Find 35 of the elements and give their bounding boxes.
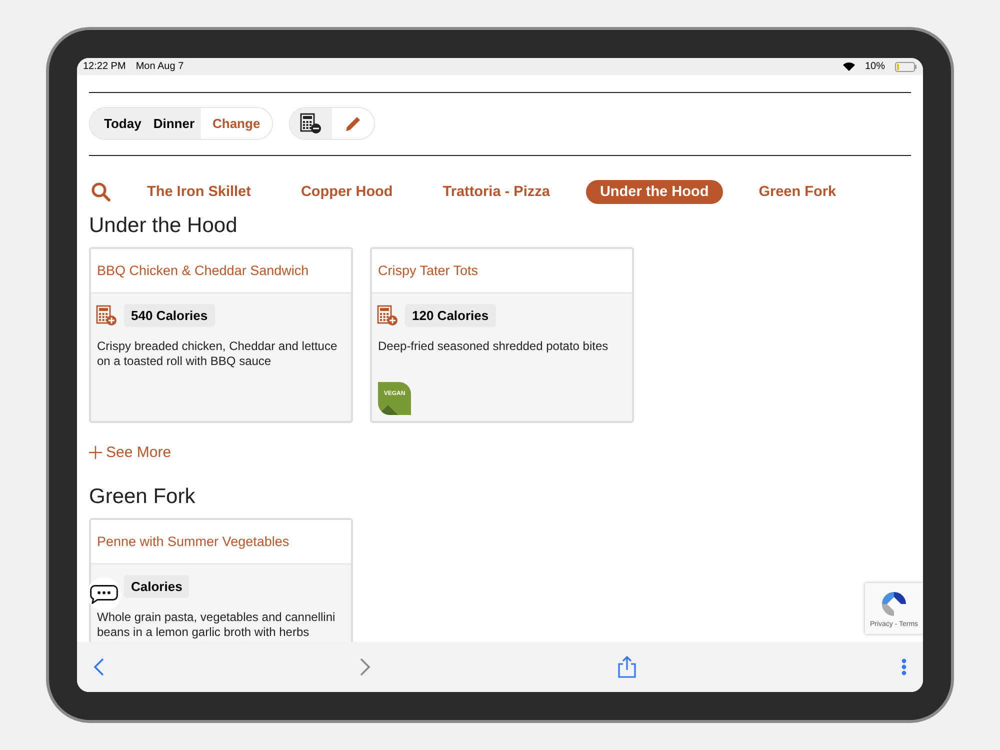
recaptcha-logo-icon	[879, 589, 909, 619]
meal-label: Dinner	[147, 108, 200, 139]
calories-label: 120 Calories	[405, 304, 496, 327]
menu-item-name[interactable]: Crispy Tater Tots	[378, 263, 478, 278]
section-title: Under the Hood	[89, 214, 238, 238]
restaurant-tab[interactable]: Under the Hood	[586, 180, 723, 204]
menu-item-description: Deep-fried seasoned shredded potato bites	[378, 339, 610, 354]
search-icon[interactable]	[91, 182, 111, 202]
forward-icon[interactable]	[359, 657, 371, 677]
chat-bubble-icon	[90, 584, 118, 604]
day-label: Today	[90, 108, 148, 139]
more-icon[interactable]	[901, 658, 907, 676]
menu-item-description: Whole grain pasta, vegetables and cannellini beans in a lemon garlic broth with herbs	[97, 610, 336, 640]
section-title: Green Fork	[89, 485, 196, 509]
calculator-button[interactable]	[290, 108, 332, 139]
back-icon[interactable]	[93, 657, 105, 677]
calories-label: 540 Calories	[124, 304, 215, 327]
restaurant-tab[interactable]: Copper Hood	[286, 180, 407, 204]
wifi-icon	[842, 62, 855, 71]
see-more-link[interactable]: See More	[89, 444, 172, 461]
calculator-minus-icon	[300, 113, 322, 134]
battery-icon	[895, 62, 917, 72]
battery-percentage: 10%	[864, 61, 885, 72]
calculator-plus-icon[interactable]	[377, 305, 398, 326]
calculator-plus-icon[interactable]	[96, 305, 117, 326]
menu-item-description: Crispy breaded chicken, Cheddar and lettuce on a toasted roll with BBQ sauce	[97, 339, 338, 369]
calories-label: Calories	[124, 575, 190, 598]
restaurant-tab[interactable]: Trattoria - Pizza	[428, 180, 564, 204]
restaurant-tab[interactable]: Green Fork	[744, 180, 850, 204]
status-date: Mon Aug 7	[136, 61, 184, 72]
status-time: 12:22 PM	[83, 61, 126, 72]
restaurant-tab[interactable]: The Iron Skillet	[133, 180, 265, 204]
plus-icon	[89, 446, 102, 459]
pencil-icon	[344, 114, 362, 132]
share-icon[interactable]	[617, 656, 637, 678]
